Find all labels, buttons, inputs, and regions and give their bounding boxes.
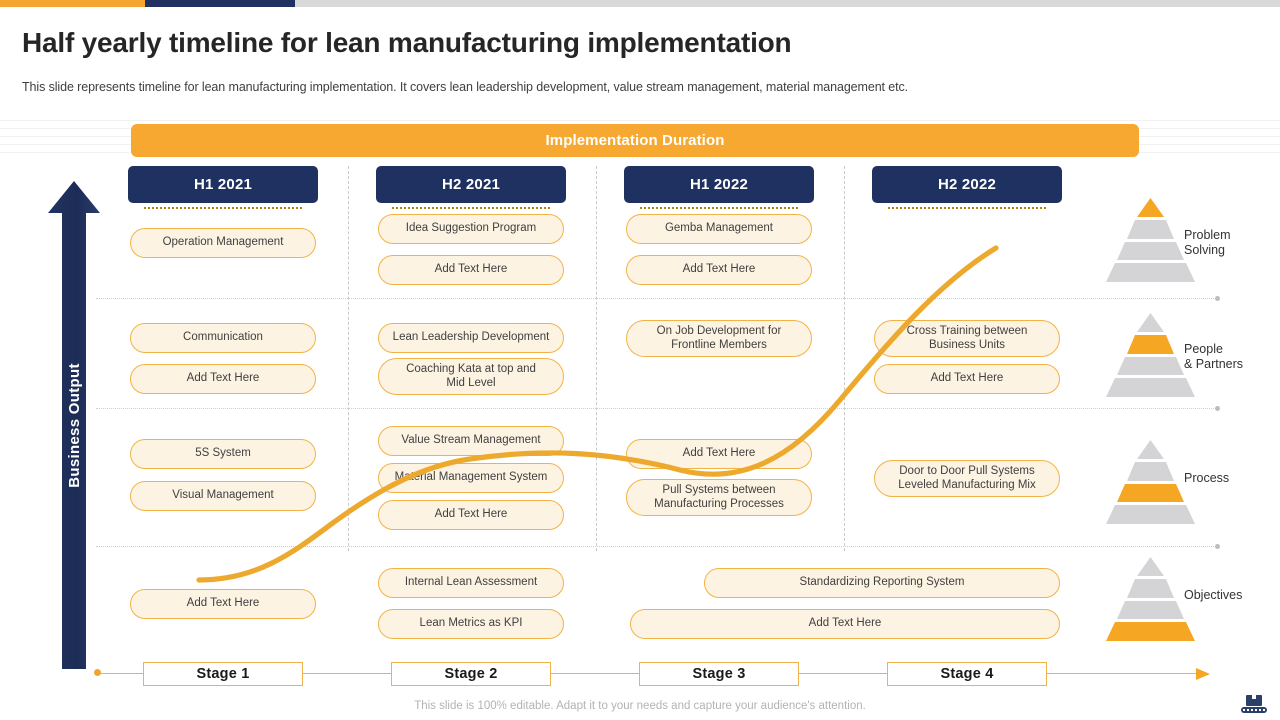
column-divider-3	[844, 166, 845, 551]
pill-line-1: On Job Development for	[656, 324, 782, 337]
stage-box-1[interactable]: Stage 1	[143, 662, 303, 686]
pill-line-1: Door to Door Pull Systems	[899, 464, 1035, 477]
activity-pill[interactable]: Add Text Here	[874, 364, 1060, 394]
row-label-line-2: & Partners	[1184, 357, 1244, 372]
activity-pill[interactable]: Internal Lean Assessment	[378, 568, 564, 598]
column-header-h2-2021[interactable]: H2 2021	[376, 166, 566, 203]
pill-line-2: Frontline Members	[671, 338, 767, 351]
row-divider-2	[96, 406, 1220, 411]
pill-line-1: Cross Training between	[906, 324, 1028, 337]
stage-box-4[interactable]: Stage 4	[887, 662, 1047, 686]
column-underline-4	[888, 207, 1046, 209]
activity-pill[interactable]: Gemba Management	[626, 214, 812, 244]
activity-pill[interactable]: Visual Management	[130, 481, 316, 511]
row-label-objectives: Objectives	[1184, 588, 1242, 603]
stage-timeline-arrow-icon	[1196, 668, 1210, 680]
row-label-line-1: People	[1184, 342, 1223, 356]
row-label-line-1: Objectives	[1184, 588, 1243, 602]
column-underline-2	[392, 207, 550, 209]
column-underline-1	[144, 207, 302, 209]
activity-pill[interactable]: Material Management System	[378, 463, 564, 493]
activity-pill[interactable]: Door to Door Pull Systems Leveled Manufa…	[874, 460, 1060, 497]
business-output-label-wrap: Business Output	[48, 181, 100, 669]
activity-pill[interactable]: Add Text Here	[130, 364, 316, 394]
column-header-h1-2022[interactable]: H1 2022	[624, 166, 814, 203]
accent-segment-navy	[145, 0, 295, 7]
pill-line-2: Leveled Manufacturing Mix	[898, 478, 1036, 491]
activity-pill[interactable]: Add Text Here	[378, 255, 564, 285]
activity-pill[interactable]: 5S System	[130, 439, 316, 469]
timeline-grid: H1 2021 H2 2021 H1 2022 H2 2022 Operatio…	[96, 166, 1220, 666]
activity-pill[interactable]: Add Text Here	[378, 500, 564, 530]
activity-pill[interactable]: Lean Metrics as KPI	[378, 609, 564, 639]
column-header-h2-2022[interactable]: H2 2022	[872, 166, 1062, 203]
stage-label: Stage 4	[940, 666, 994, 682]
column-divider-1	[348, 166, 349, 551]
row-label-line-1: Process	[1184, 471, 1230, 485]
brand-badge-icon	[1241, 694, 1267, 713]
activity-pill-wide[interactable]: Standardizing Reporting System	[704, 568, 1060, 598]
pill-line-1: Coaching Kata at top and	[406, 362, 536, 375]
page-title: Half yearly timeline for lean manufactur…	[22, 27, 792, 58]
column-divider-2	[596, 166, 597, 551]
row-divider-1	[96, 296, 1220, 301]
stage-timeline-start-dot	[94, 669, 101, 676]
activity-pill[interactable]: Lean Leadership Development	[378, 323, 564, 353]
implementation-duration-label: Implementation Duration	[545, 132, 725, 149]
accent-segment-gray	[295, 0, 1280, 7]
top-accent-bar	[0, 0, 1280, 7]
activity-pill[interactable]: Communication	[130, 323, 316, 353]
row-label-line-1: Problem	[1184, 228, 1231, 242]
column-underline-3	[640, 207, 798, 209]
column-header-label: H2 2021	[441, 176, 501, 193]
activity-pill-wide[interactable]: Add Text Here	[630, 609, 1060, 639]
pill-line-1: Pull Systems between	[662, 483, 776, 496]
column-header-label: H1 2021	[193, 176, 253, 193]
activity-pill[interactable]: Coaching Kata at top and Mid Level	[378, 358, 564, 395]
row-label-problem-solving: Problem Solving	[1184, 228, 1231, 259]
row-label-process: Process	[1184, 471, 1229, 486]
activity-pill[interactable]: Add Text Here	[626, 255, 812, 285]
column-header-h1-2021[interactable]: H1 2021	[128, 166, 318, 203]
row-label-people-partners: People & Partners	[1184, 342, 1243, 373]
activity-pill[interactable]: Operation Management	[130, 228, 316, 258]
activity-pill[interactable]: Add Text Here	[626, 439, 812, 469]
row-divider-dot	[1215, 406, 1220, 411]
pill-line-2: Mid Level	[446, 376, 496, 389]
row-divider-3	[96, 544, 1220, 549]
column-header-label: H2 2022	[937, 176, 997, 193]
row-divider-dot	[1215, 544, 1220, 549]
pill-line-2: Business Units	[928, 338, 1006, 351]
stage-label: Stage 2	[444, 666, 498, 682]
stage-label: Stage 1	[196, 666, 250, 682]
page-subtitle: This slide represents timeline for lean …	[22, 80, 909, 94]
slide-canvas: Half yearly timeline for lean manufactur…	[0, 0, 1280, 720]
activity-pill[interactable]: On Job Development for Frontline Members	[626, 320, 812, 357]
column-header-label: H1 2022	[689, 176, 749, 193]
pill-line-2: Manufacturing Processes	[654, 497, 784, 510]
activity-pill[interactable]: Value Stream Management	[378, 426, 564, 456]
footer-note: This slide is 100% editable. Adapt it to…	[414, 700, 866, 712]
accent-segment-orange	[0, 0, 145, 7]
activity-pill[interactable]: Pull Systems between Manufacturing Proce…	[626, 479, 812, 516]
row-label-line-2: Solving	[1184, 243, 1225, 258]
row-divider-dot	[1215, 296, 1220, 301]
implementation-duration-banner: Implementation Duration	[131, 124, 1139, 157]
activity-pill[interactable]: Idea Suggestion Program	[378, 214, 564, 244]
stage-box-2[interactable]: Stage 2	[391, 662, 551, 686]
business-output-label: Business Output	[65, 362, 83, 488]
stage-box-3[interactable]: Stage 3	[639, 662, 799, 686]
activity-pill[interactable]: Cross Training between Business Units	[874, 320, 1060, 357]
stage-label: Stage 3	[692, 666, 746, 682]
activity-pill[interactable]: Add Text Here	[130, 589, 316, 619]
